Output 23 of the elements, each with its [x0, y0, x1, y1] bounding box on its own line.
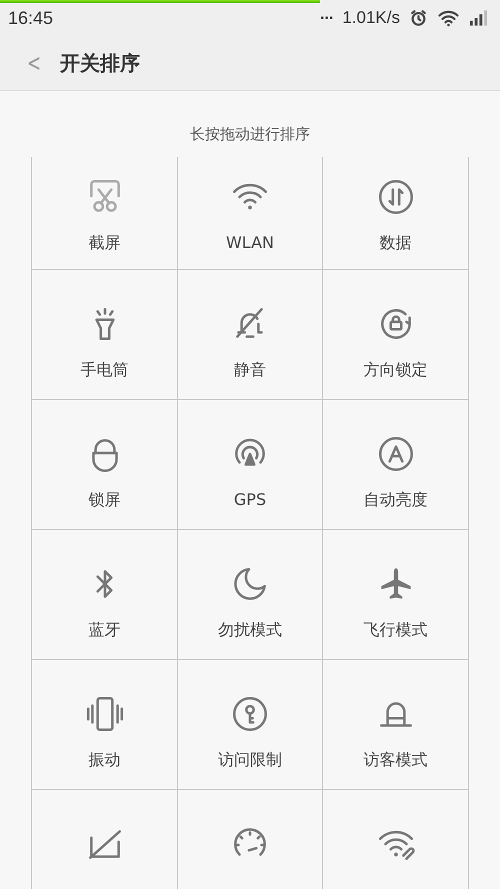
toggle-tile[interactable]: GPS	[178, 400, 323, 530]
toggle-tile[interactable]: 自动亮度	[323, 400, 469, 530]
toggle-tile[interactable]: 飞行模式	[323, 530, 469, 660]
toggle-tile[interactable]: 静音	[178, 270, 323, 400]
toggle-tile[interactable]: 振动	[32, 660, 178, 790]
toggle-tile[interactable]: 访问限制	[178, 660, 323, 790]
toggle-tile[interactable]: 手电筒	[32, 270, 178, 400]
signal-icon	[469, 9, 488, 27]
toggle-tile[interactable]: 访客模式	[323, 660, 469, 790]
toggle-tile[interactable]: 锁屏	[32, 400, 178, 530]
toggle-tile[interactable]: 数据	[323, 157, 469, 270]
toggle-tile[interactable]: WLAN	[178, 157, 323, 270]
clock-time: 16:45	[8, 8, 54, 28]
toggle-tile[interactable]: 蓝牙	[32, 530, 178, 660]
notification-dots: ...	[320, 6, 334, 24]
toggle-tile[interactable]: 勿扰模式	[178, 530, 323, 660]
wifi-icon	[437, 9, 460, 27]
page-title: 开关排序	[60, 50, 140, 76]
alarm-icon	[409, 9, 428, 27]
toggle-tile[interactable]: 方向锁定	[323, 270, 469, 400]
hint-text: 长按拖动进行排序	[189, 124, 311, 144]
toggle-tile[interactable]: 截屏	[32, 157, 178, 270]
network-speed: 1.01K/s	[342, 8, 400, 28]
